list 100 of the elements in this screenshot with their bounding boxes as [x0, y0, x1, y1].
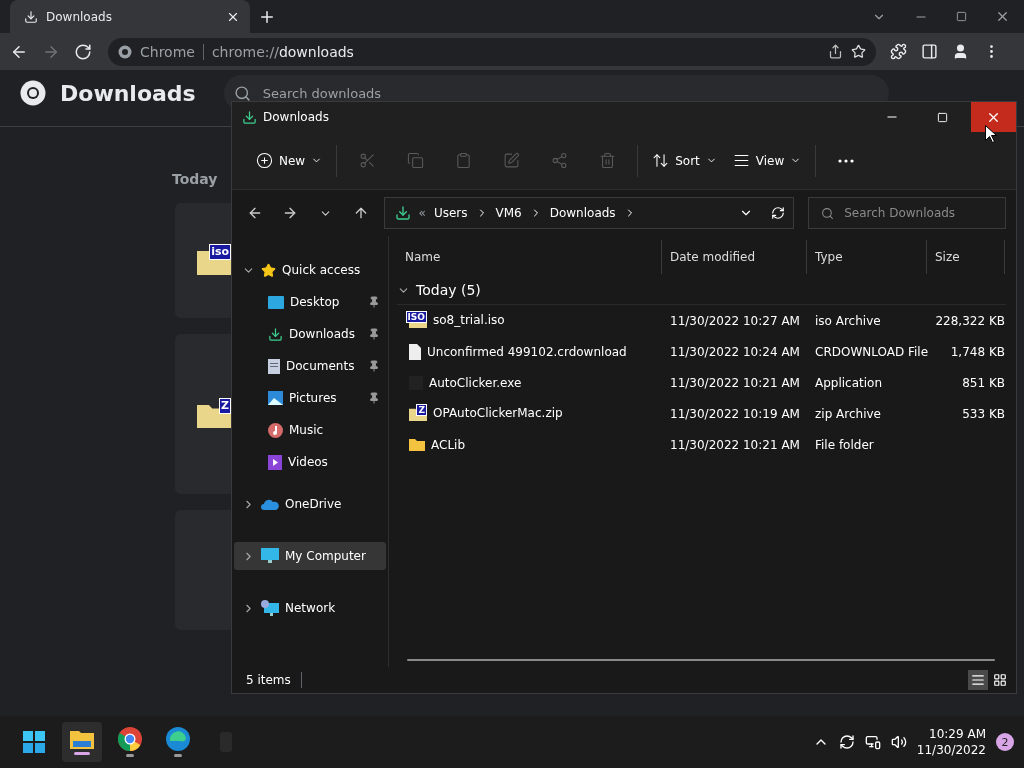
archive-icon: Z: [409, 405, 427, 422]
file-name[interactable]: Unconfirmed 499102.crdownload: [397, 343, 662, 360]
sort-icon: [652, 152, 670, 169]
windows-logo-icon: [23, 731, 45, 753]
details-view-button[interactable]: [968, 670, 988, 690]
file-name[interactable]: ACLib: [397, 437, 662, 452]
address-bar[interactable]: Chrome chrome://downloads: [108, 37, 876, 66]
file-name[interactable]: Z OPAutoClickerMac.zip: [397, 405, 662, 422]
download-icon: [394, 205, 411, 221]
horizontal-scrollbar[interactable]: [407, 659, 995, 661]
column-header[interactable]: Date modified: [662, 240, 807, 274]
reload-icon[interactable]: [74, 42, 92, 61]
chrome-logo-icon: [118, 727, 142, 751]
music-icon: [268, 422, 283, 438]
url-text: chrome://downloads: [211, 43, 354, 60]
table-cell-text: 228,322 KB: [934, 313, 1005, 328]
document-icon: [409, 343, 421, 360]
details-icon: [971, 673, 985, 687]
video-icon: [268, 454, 282, 470]
column-header[interactable]: Size: [927, 240, 1005, 274]
close-button[interactable]: [971, 102, 1016, 132]
network-icon[interactable]: [864, 734, 881, 750]
table-cell-text: CRDOWNLOAD File: [814, 344, 927, 359]
chrome-logo-icon: [20, 80, 46, 106]
folder-icon: [409, 438, 425, 451]
new-button[interactable]: New: [250, 144, 329, 177]
maximize-icon: [937, 111, 948, 123]
more-icon: [838, 158, 855, 163]
restore-icon[interactable]: [956, 11, 967, 22]
nav-item[interactable]: Downloads: [234, 320, 386, 348]
window-title: Downloads: [263, 110, 330, 124]
column-header[interactable]: Type: [807, 240, 927, 274]
profile-icon[interactable]: [952, 43, 969, 60]
nav-item[interactable]: Quick access: [234, 256, 386, 284]
breadcrumb-item[interactable]: Users: [433, 206, 468, 220]
lines-icon: [732, 152, 750, 169]
group-heading: Today (5): [416, 282, 481, 298]
side-panel-icon[interactable]: [921, 43, 938, 60]
breadcrumb-item[interactable]: Downloads: [549, 206, 616, 220]
date-heading: Today: [172, 171, 219, 187]
notification-badge[interactable]: 2: [996, 733, 1014, 751]
clock[interactable]: 10:29 AM 11/30/2022: [916, 726, 986, 758]
bookmark-star-icon[interactable]: [851, 44, 866, 59]
volume-icon[interactable]: [890, 734, 907, 750]
search-field[interactable]: Search Downloads: [808, 197, 1006, 229]
nav-item[interactable]: Pictures: [234, 384, 386, 412]
document-icon: [268, 358, 280, 374]
picture-icon: [268, 391, 283, 405]
view-button[interactable]: View: [726, 144, 808, 177]
paste-icon: [454, 152, 472, 169]
table-cell-text: 11/30/2022 10:19 AM: [669, 406, 801, 421]
extensions-icon[interactable]: [890, 43, 907, 60]
edge-logo-icon: [166, 727, 190, 751]
plus-icon: [256, 152, 273, 169]
overflow-chevron[interactable]: «: [418, 206, 426, 220]
nav-item[interactable]: OneDrive: [234, 490, 386, 518]
table-cell-text: 11/30/2022 10:21 AM: [669, 437, 801, 452]
desktop-icon: [268, 295, 284, 309]
cut-icon: [358, 152, 376, 169]
close-icon[interactable]: [995, 9, 1010, 24]
taskbar-app[interactable]: [62, 722, 102, 762]
table-cell-text: 533 KB: [961, 406, 1005, 421]
file-name[interactable]: AutoClicker.exe: [397, 375, 662, 390]
table-cell-text: zip Archive: [814, 406, 882, 421]
download-icon: [242, 109, 257, 125]
nav-item[interactable]: Documents: [234, 352, 386, 380]
nav-item[interactable]: Music: [234, 416, 386, 444]
star-icon: [261, 262, 276, 278]
share-icon: [550, 152, 568, 169]
breadcrumb-item[interactable]: VM6: [495, 206, 522, 220]
archive-icon: ISO: [409, 312, 427, 329]
download-icon: [268, 326, 283, 342]
table-cell-text: File folder: [814, 437, 875, 452]
sort-button[interactable]: Sort: [646, 144, 723, 177]
search-icon: [233, 84, 251, 102]
share-icon[interactable]: [828, 44, 843, 59]
refresh-icon[interactable]: [771, 206, 786, 220]
download-icon: [24, 9, 38, 24]
nav-item[interactable]: Videos: [234, 448, 386, 476]
network-icon: [261, 600, 279, 616]
table-cell-text: 11/30/2022 10:21 AM: [669, 375, 801, 390]
monitor-icon: [261, 548, 279, 564]
column-header[interactable]: Name: [397, 240, 662, 274]
nav-item[interactable]: My Computer: [234, 542, 386, 570]
table-cell-text: 11/30/2022 10:24 AM: [669, 344, 801, 359]
sync-icon[interactable]: [838, 734, 855, 750]
table-cell-text: 11/30/2022 10:27 AM: [669, 313, 801, 328]
table-cell-text: iso Archive: [814, 313, 882, 328]
folder-icon: [70, 729, 94, 749]
copy-icon: [406, 152, 424, 169]
file-name[interactable]: ISO so8_trial.iso: [397, 312, 662, 329]
item-count: 5 items: [246, 673, 291, 687]
browser-tab[interactable]: Downloads: [10, 0, 250, 33]
address-bar[interactable]: « Users VM6 Downloads: [383, 197, 795, 229]
table-cell-text: 851 KB: [961, 375, 1005, 390]
nav-item[interactable]: Network: [234, 594, 386, 622]
tiles-icon: [993, 673, 1007, 687]
rename-icon: [502, 152, 520, 169]
table-cell-text: 1,748 KB: [949, 344, 1005, 359]
nav-item[interactable]: Desktop: [234, 288, 386, 316]
